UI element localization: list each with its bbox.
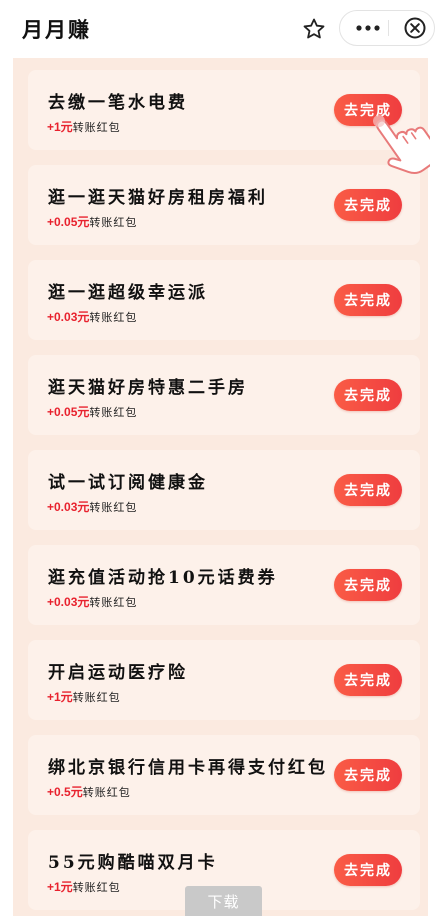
reward-suffix: 转账红包 [89,216,138,229]
task-title: 逛天猫好房特惠二手房 [48,378,248,398]
reward-suffix: 转账红包 [89,501,138,514]
download-button[interactable]: 下载 [185,886,262,916]
task-reward: +0.03元转账红包 [47,308,137,325]
task-reward: +1元转账红包 [47,878,121,895]
reward-suffix: 转账红包 [89,596,138,609]
reward-amount: +1元 [47,880,73,894]
task-list: 去缴一笔水电费 +1元转账红包 去完成 逛一逛天猫好房租房福利 +0.05元转账… [28,70,420,916]
task-title: 55元购酷喵双月卡 [48,853,218,873]
go-complete-button[interactable]: 去完成 [334,379,402,411]
task-reward: +0.05元转账红包 [47,213,137,230]
task-card: 逛充值活动抢10元话费券 +0.03元转账红包 去完成 [28,545,420,625]
page-title: 月月赚 [22,17,91,42]
task-card: 去缴一笔水电费 +1元转账红包 去完成 [28,70,420,150]
task-reward: +1元转账红包 [47,688,121,705]
task-card: 绑北京银行信用卡再得支付红包 +0.5元转账红包 去完成 [28,735,420,815]
reward-amount: +0.03元 [47,310,90,324]
go-complete-button[interactable]: 去完成 [334,569,402,601]
task-reward: +0.5元转账红包 [47,783,131,800]
star-icon[interactable] [300,15,328,43]
go-complete-button[interactable]: 去完成 [334,759,402,791]
reward-amount: +0.5元 [47,785,83,799]
go-complete-button[interactable]: 去完成 [334,664,402,696]
reward-suffix: 转账红包 [72,121,121,134]
task-card: 试一试订阅健康金 +0.03元转账红包 去完成 [28,450,420,530]
task-panel: 去缴一笔水电费 +1元转账红包 去完成 逛一逛天猫好房租房福利 +0.05元转账… [13,58,428,916]
task-reward: +0.03元转账红包 [47,498,137,515]
capsule-divider [388,20,389,36]
reward-suffix: 转账红包 [89,311,138,324]
reward-amount: +0.05元 [47,215,90,229]
task-card: 逛天猫好房特惠二手房 +0.05元转账红包 去完成 [28,355,420,435]
task-title: 绑北京银行信用卡再得支付红包 [48,758,328,778]
pointing-hand-icon [370,110,438,182]
reward-amount: +1元 [47,120,73,134]
task-card: 开启运动医疗险 +1元转账红包 去完成 [28,640,420,720]
reward-suffix: 转账红包 [72,881,121,894]
task-reward: +1元转账红包 [47,118,121,135]
reward-suffix: 转账红包 [89,406,138,419]
task-title: 逛一逛天猫好房租房福利 [48,188,268,208]
app-page: 月月赚 去缴一笔水电费 +1元转账红包 去完成 逛一逛天猫好房租房福利 +0.0… [0,0,441,916]
reward-amount: +0.03元 [47,500,90,514]
task-title: 去缴一笔水电费 [48,93,188,113]
reward-suffix: 转账红包 [82,786,131,799]
task-title: 试一试订阅健康金 [48,473,208,493]
go-complete-button[interactable]: 去完成 [334,474,402,506]
task-reward: +0.05元转账红包 [47,403,137,420]
task-reward: +0.03元转账红包 [47,593,137,610]
reward-suffix: 转账红包 [72,691,121,704]
task-title: 逛充值活动抢10元话费券 [48,568,278,588]
go-complete-button[interactable]: 去完成 [334,189,402,221]
reward-amount: +0.05元 [47,405,90,419]
task-title: 开启运动医疗险 [48,663,188,683]
task-card: 逛一逛超级幸运派 +0.03元转账红包 去完成 [28,260,420,340]
capsule-menu [339,10,435,46]
reward-amount: +1元 [47,690,73,704]
task-title: 逛一逛超级幸运派 [48,283,208,303]
close-circle-icon[interactable] [398,11,432,45]
task-card: 逛一逛天猫好房租房福利 +0.05元转账红包 去完成 [28,165,420,245]
mini-app-header: 月月赚 [0,0,441,58]
more-dots-icon[interactable] [350,11,386,45]
reward-amount: +0.03元 [47,595,90,609]
go-complete-button[interactable]: 去完成 [334,854,402,886]
go-complete-button[interactable]: 去完成 [334,284,402,316]
